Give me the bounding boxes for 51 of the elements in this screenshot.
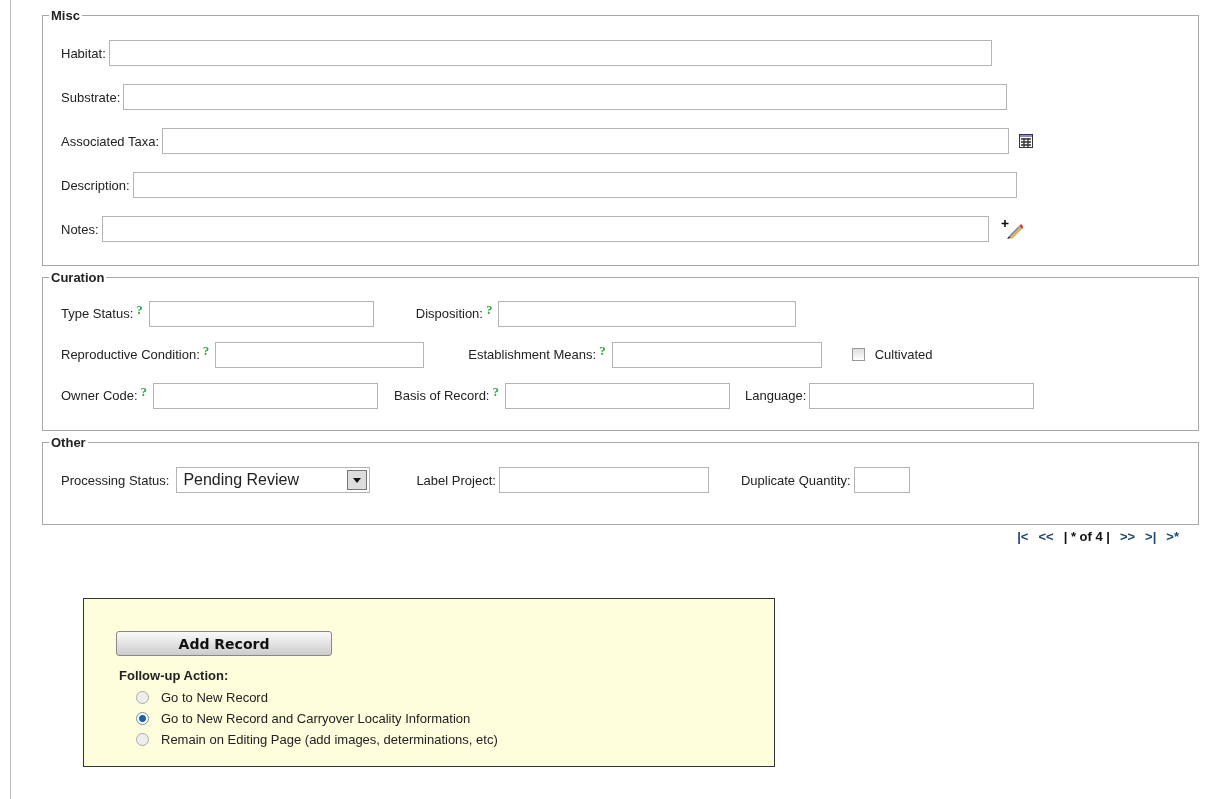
field-label: Disposition: <box>415 306 483 321</box>
pager-link[interactable]: >> <box>1119 529 1136 544</box>
pager-link[interactable]: << <box>1038 529 1054 544</box>
pager-link[interactable]: >* <box>1166 529 1179 544</box>
record-counter: | * of 4 | <box>1063 529 1110 544</box>
radio-label: Go to New Record and Carryover Locality Information <box>161 711 471 726</box>
text-field[interactable] <box>809 382 1035 409</box>
field-label: Label Project: <box>416 472 496 488</box>
field-label: Description: <box>61 177 130 193</box>
field-label: Duplicate Quantity: <box>740 472 851 488</box>
field-label: Type Status: <box>61 306 134 321</box>
field-label: Associated Taxa: <box>61 133 160 149</box>
radio-label: Remain on Editing Page (add images, determinations, etc) <box>161 732 498 747</box>
field-label: Reproductive Condition: <box>61 347 200 362</box>
field-label: Habitat: <box>61 45 106 61</box>
field-label: Establishment Means: <box>468 347 597 362</box>
text-field[interactable] <box>504 382 730 409</box>
radio-button[interactable] <box>136 691 149 704</box>
text-field[interactable] <box>123 84 1008 110</box>
text-field[interactable] <box>853 467 910 493</box>
field-label: Notes: <box>61 221 99 237</box>
table-icon[interactable] <box>1019 134 1034 148</box>
text-field[interactable] <box>108 40 992 66</box>
text-field[interactable] <box>132 172 1017 198</box>
field-label: Owner Code: <box>61 388 138 403</box>
radio-button[interactable] <box>136 733 149 746</box>
text-field[interactable] <box>162 128 1010 154</box>
text-field[interactable] <box>611 341 822 368</box>
section-title: Misc <box>50 8 81 23</box>
radio-button[interactable] <box>136 712 149 725</box>
field-label: Language: <box>744 388 807 403</box>
pager-link[interactable]: |< <box>1017 529 1029 544</box>
status-dropdown[interactable]: Pending Review <box>176 467 371 493</box>
field-label: Substrate: <box>61 89 121 105</box>
add-record-button[interactable]: Add Record <box>116 631 332 656</box>
section-title: Other <box>50 435 87 450</box>
pager-link[interactable]: >| <box>1145 529 1157 544</box>
field-label: Basis of Record: <box>394 388 490 403</box>
checkbox-label: Cultivated <box>874 347 933 362</box>
follow-up-heading: Follow-up Action: <box>119 668 230 683</box>
checkbox[interactable] <box>851 348 865 361</box>
text-field[interactable] <box>498 300 797 327</box>
text-field[interactable] <box>498 467 709 493</box>
field-label: Processing Status: <box>61 472 170 488</box>
text-field[interactable] <box>215 341 425 368</box>
text-field[interactable] <box>153 382 379 409</box>
text-field[interactable] <box>101 216 989 242</box>
add-pencil-icon[interactable] <box>1000 219 1023 239</box>
section-title: Curation <box>50 270 106 285</box>
text-field[interactable] <box>148 300 374 327</box>
radio-label: Go to New Record <box>161 690 268 705</box>
